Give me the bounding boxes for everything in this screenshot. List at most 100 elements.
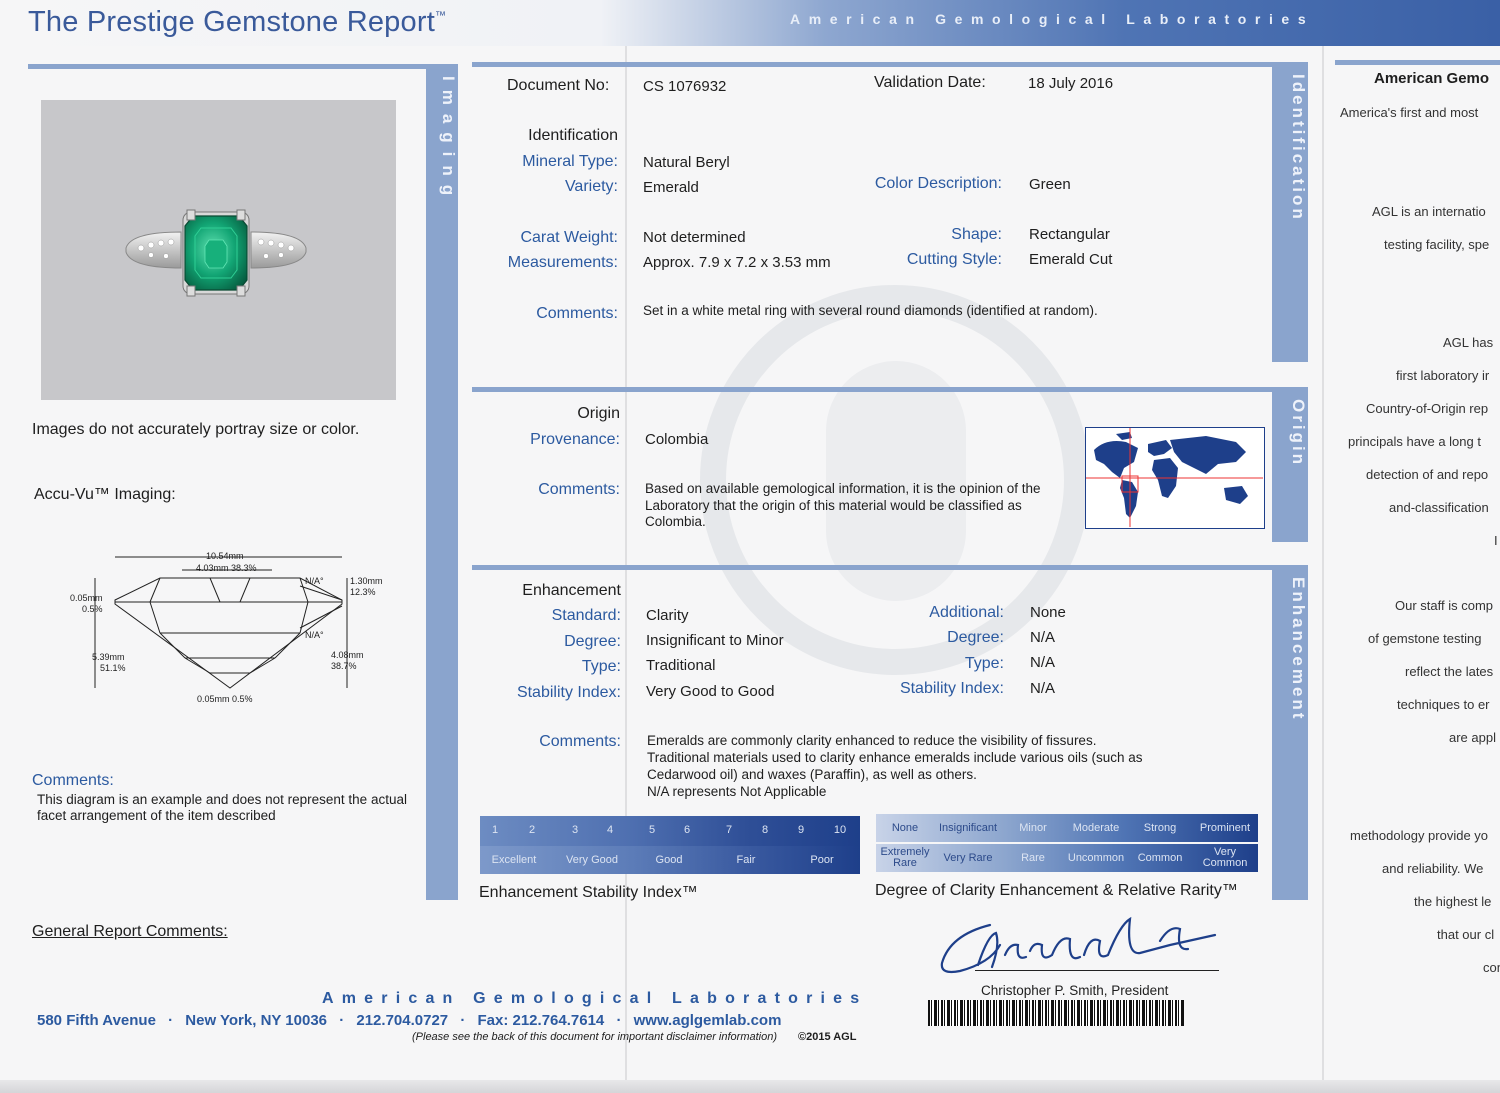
type-value: Traditional <box>646 657 716 674</box>
world-map <box>1085 427 1265 529</box>
header-lab-banner: American Gemological Laboratories <box>790 11 1315 27</box>
footer-sep: · <box>460 1012 466 1029</box>
scale-number: 9 <box>797 824 805 836</box>
additional-stability-value: N/A <box>1030 680 1056 697</box>
origin-title: Origin <box>577 405 620 422</box>
imaging-comments-label: Comments: <box>32 772 114 789</box>
rarity-degree: Strong <box>1143 822 1177 834</box>
ring-image <box>125 209 307 297</box>
imaging-tab: Imaging <box>426 64 458 900</box>
rarity-frequency: Extremely Rare <box>880 846 930 869</box>
dim-pavilion-angle: N/A° <box>305 630 324 640</box>
rarity-degree: Insignificant <box>938 822 998 834</box>
image-disclaimer: Images do not accurately portray size or… <box>32 421 360 438</box>
right-text-line: that our cl <box>1437 927 1495 942</box>
additional-value: None <box>1030 604 1066 621</box>
right-text-line: Country-of-Origin rep <box>1366 401 1489 416</box>
right-text-line: principals have a long t <box>1348 434 1481 449</box>
identification-title: Identification <box>528 127 618 144</box>
enhancement-comment-line: Emeralds are commonly clarity enhanced t… <box>647 733 1097 748</box>
scale-number: 6 <box>683 824 691 836</box>
measurements-label: Measurements: <box>507 254 618 271</box>
rarity-frequency: Very Rare <box>943 852 993 864</box>
right-text-line: I <box>1494 533 1498 548</box>
carat-label: Carat Weight: <box>520 229 618 246</box>
degree-value: Insignificant to Minor <box>646 632 784 649</box>
rarity-frequency: Rare <box>1021 852 1045 864</box>
right-text-line: first laboratory ir <box>1396 368 1490 383</box>
dim-culet: 0.05mm 0.5% <box>197 694 253 704</box>
additional-type-label: Type: <box>964 655 1004 672</box>
dim-girdle-mm: 0.05mm <box>70 593 103 603</box>
carat-value: Not determined <box>643 229 746 246</box>
footer-city: New York, NY 10036 <box>185 1012 328 1029</box>
scale-grade: Excellent <box>491 854 537 866</box>
color-value: Green <box>1029 176 1071 193</box>
page-bottom-edge <box>0 1080 1500 1093</box>
report-title: The Prestige Gemstone Report™ <box>28 6 447 38</box>
rarity-degree: Prominent <box>1199 822 1251 834</box>
doc-no-value: CS 1076932 <box>643 78 727 95</box>
dim-top-width: 10.54mm <box>206 551 244 561</box>
footer-sep: · <box>168 1012 174 1029</box>
degree-label: Degree: <box>564 633 621 650</box>
dim-pavilion-mm: 4.08mm <box>331 650 364 660</box>
right-text-line: con <box>1483 960 1500 975</box>
accuvu-label: Accu-Vu™ Imaging: <box>34 486 176 503</box>
scale-number: 8 <box>761 824 769 836</box>
dim-crown-mm: 1.30mm <box>350 576 383 586</box>
footer-web[interactable]: www.aglgemlab.com <box>634 1012 782 1029</box>
additional-label: Additional: <box>929 604 1004 621</box>
rarity-scale-caption: Degree of Clarity Enhancement & Relative… <box>875 882 1238 899</box>
shape-value: Rectangular <box>1029 226 1110 243</box>
provenance-label: Provenance: <box>530 431 620 448</box>
footer-contact: 580 Fifth Avenue · New York, NY 10036 · … <box>37 1012 781 1029</box>
rarity-frequency: Common <box>1137 852 1183 864</box>
enhancement-tab: Enhancement <box>1272 565 1308 900</box>
enhancement-comment-line: N/A represents Not Applicable <box>647 784 827 799</box>
footer-lab-name: American Gemological Laboratories <box>322 990 868 1007</box>
footer-sep: · <box>339 1012 345 1029</box>
right-text-line: America's first and most <box>1340 105 1479 120</box>
signatory-name: Christopher P. Smith, President <box>981 983 1169 998</box>
additional-stability-label: Stability Index: <box>899 680 1004 697</box>
standard-label: Standard: <box>551 607 621 624</box>
right-top-rule <box>1335 60 1500 65</box>
stability-label: Stability Index: <box>516 684 621 701</box>
imaging-top-rule <box>28 64 458 69</box>
doc-no-label: Document No: <box>507 77 610 94</box>
dim-depth-mm: 5.39mm <box>92 652 125 662</box>
dim-table-width: 4.03mm 38.3% <box>196 563 257 573</box>
standard-value: Clarity <box>646 607 689 624</box>
footer-phone: 212.704.0727 <box>356 1012 449 1029</box>
rarity-frequency: Very Common <box>1202 846 1248 869</box>
identification-comments: Set in a white metal ring with several r… <box>643 303 1098 318</box>
additional-type-value: N/A <box>1030 654 1056 671</box>
enhancement-top-rule <box>472 565 1308 570</box>
origin-top-rule <box>472 387 1308 392</box>
right-text-line: Our staff is comp <box>1395 598 1494 613</box>
origin-comments: Based on available gemological informati… <box>645 481 1041 529</box>
right-text-line: the highest le <box>1414 894 1492 909</box>
scale-number: 1 <box>491 824 499 836</box>
dim-pavilion-pct: 38.7% <box>331 661 357 671</box>
additional-degree-value: N/A <box>1030 629 1056 646</box>
identification-top-rule <box>472 62 1308 67</box>
color-label: Color Description: <box>874 175 1002 192</box>
origin-comments-label: Comments: <box>538 481 620 498</box>
stability-value: Very Good to Good <box>646 683 775 700</box>
shape-label: Shape: <box>951 226 1002 243</box>
signature-drawing <box>940 916 1217 974</box>
enhancement-comment-line: Cedarwood oil) and waxes (Paraffin), as … <box>647 767 977 782</box>
footer-sep: · <box>616 1012 622 1029</box>
enhancement-title: Enhancement <box>522 582 621 599</box>
measurements-value: Approx. 7.9 x 7.2 x 3.53 mm <box>643 254 831 271</box>
scale-number: 3 <box>571 824 579 836</box>
scale-grade: Fair <box>736 854 756 866</box>
fold-line <box>1322 46 1324 1093</box>
signature <box>930 905 1220 985</box>
dim-crown-pct: 12.3% <box>350 587 376 597</box>
scale-grade: Good <box>655 854 683 866</box>
footer-disclaimer: (Please see the back of this document fo… <box>412 1031 777 1043</box>
provenance-value: Colombia <box>645 431 709 448</box>
